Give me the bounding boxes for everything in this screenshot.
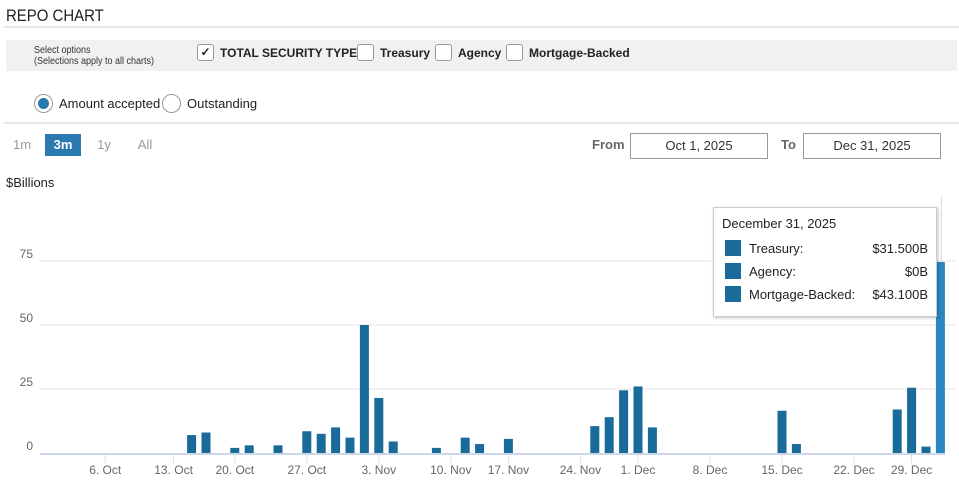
bar: [604, 417, 614, 453]
tooltip-series-name: Agency:: [749, 263, 796, 279]
tooltip-row-agency: Agency: $0B: [725, 263, 928, 279]
chart-tooltip: December 31, 2025 Treasury: $31.500B Agen…: [713, 207, 937, 317]
bar: [590, 426, 600, 453]
x-tick-label: 10. Nov: [430, 463, 471, 477]
y-tick-label: 75: [20, 247, 34, 261]
series-swatch: [725, 286, 741, 302]
x-tick-label: 20. Oct: [215, 463, 254, 477]
bar: [359, 325, 369, 453]
bar: [374, 397, 384, 453]
tooltip-value: $0B: [904, 263, 928, 279]
x-tick-label: 3. Nov: [361, 463, 396, 477]
bar: [892, 409, 902, 453]
tooltip-series-name: Treasury:: [749, 240, 804, 256]
series-swatch: [725, 263, 741, 279]
bar: [633, 386, 643, 453]
bar: [907, 387, 917, 453]
bar: [921, 446, 931, 453]
tooltip-value: $43.100B: [872, 286, 928, 302]
tooltip-series-name: Mortgage-Backed:: [749, 286, 856, 302]
bar: [345, 437, 355, 453]
y-tick-label: 25: [20, 375, 34, 389]
x-tick-label: 22. Dec: [833, 463, 874, 477]
bar: [316, 433, 326, 453]
x-tick-label: 27. Oct: [287, 463, 326, 477]
tooltip-row-treasury: Treasury: $31.500B: [725, 240, 928, 256]
bar: [777, 410, 787, 453]
bar: [201, 432, 211, 453]
bar: [273, 445, 283, 453]
x-tick-label: 1. Dec: [621, 463, 656, 477]
x-tick-label: 29. Dec: [891, 463, 932, 477]
bar: [230, 447, 240, 453]
bar: [935, 262, 945, 453]
bar: [475, 444, 485, 453]
bar: [647, 427, 657, 453]
x-tick-label: 17. Nov: [488, 463, 529, 477]
series-swatch: [725, 240, 741, 256]
bar: [460, 437, 470, 453]
x-tick-label: 6. Oct: [89, 463, 122, 477]
x-tick-label: 15. Dec: [761, 463, 802, 477]
y-tick-label: 50: [20, 311, 34, 325]
x-tick-label: 24. Nov: [560, 463, 601, 477]
bar: [619, 390, 629, 453]
bar: [331, 427, 341, 453]
tooltip-row-mortgage-backed: Mortgage-Backed: $43.100B: [725, 286, 928, 302]
bar: [791, 444, 801, 453]
x-tick-label: 13. Oct: [154, 463, 193, 477]
y-tick-label: 0: [26, 439, 33, 453]
tooltip-date: December 31, 2025: [722, 216, 837, 231]
bar: [302, 431, 312, 453]
x-tick-label: 8. Dec: [693, 463, 728, 477]
bar: [503, 438, 513, 453]
bar: [431, 447, 441, 453]
bar: [187, 435, 197, 453]
bar: [244, 445, 254, 453]
bar: [388, 441, 398, 453]
tooltip-value: $31.500B: [872, 240, 928, 256]
